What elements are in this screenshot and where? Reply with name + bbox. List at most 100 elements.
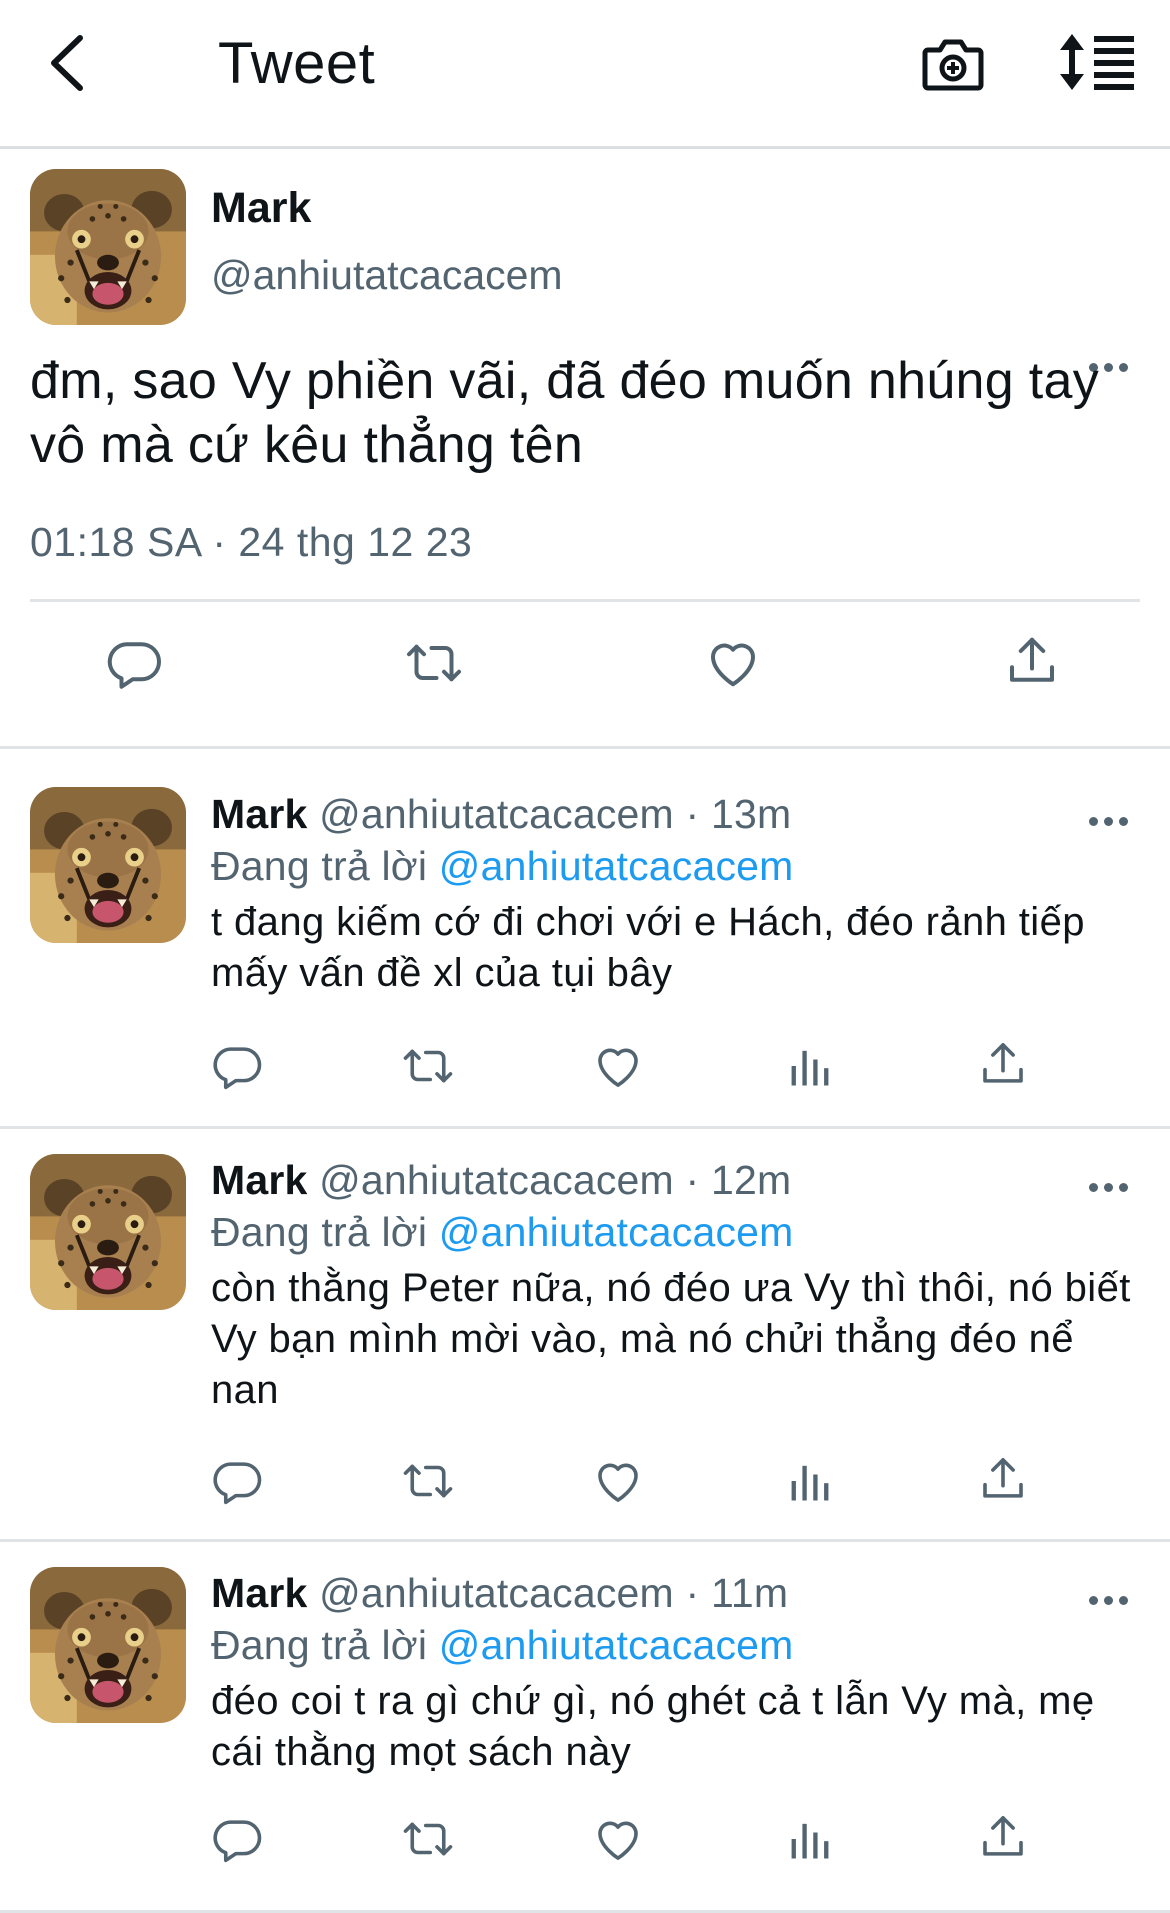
retweet-button[interactable] <box>400 1039 456 1093</box>
reply-time[interactable]: 11m <box>711 1570 788 1616</box>
reply-button[interactable] <box>210 1812 264 1866</box>
heart-icon <box>590 1812 646 1866</box>
retweet-icon <box>400 1039 456 1093</box>
share-button[interactable] <box>1002 631 1062 691</box>
mention-link[interactable]: @anhiutatcacacem <box>439 1209 794 1255</box>
reply-icon <box>210 1812 264 1866</box>
replying-to-line: Đang trả lời @anhiutatcacacem <box>211 1622 794 1669</box>
chevron-left-icon <box>51 35 83 91</box>
divider <box>30 599 1140 602</box>
bar-chart-icon <box>784 1454 836 1508</box>
cheetah-avatar-image <box>30 787 186 943</box>
bar-chart-icon <box>784 1812 836 1866</box>
reply-icon <box>104 633 164 693</box>
dot-icon <box>1104 1596 1113 1605</box>
more-options-button[interactable] <box>1089 1594 1129 1608</box>
dot-icon <box>1119 1183 1128 1192</box>
avatar[interactable] <box>30 1154 186 1310</box>
author-handle[interactable]: @anhiutatcacacem <box>319 791 674 837</box>
author-name[interactable]: Mark <box>211 184 311 233</box>
reply-button[interactable] <box>104 633 164 693</box>
author-handle[interactable]: @anhiutatcacacem <box>319 1570 674 1616</box>
reply-tweet[interactable]: Mark @anhiutatcacacem · 13m Đang trả lời… <box>0 749 1170 1129</box>
top-navigation-bar: Tweet <box>0 0 1170 149</box>
views-button[interactable] <box>784 1454 836 1508</box>
dot-icon <box>1104 1183 1113 1192</box>
like-button[interactable] <box>590 1039 646 1093</box>
share-icon <box>976 1037 1030 1091</box>
reply-header: Mark @anhiutatcacacem · 13m <box>211 791 791 838</box>
retweet-icon <box>402 633 466 693</box>
more-options-button[interactable] <box>1089 815 1129 829</box>
sort-list-icon <box>1060 34 1134 90</box>
reply-tweet[interactable]: Mark @anhiutatcacacem · 12m Đang trả lời… <box>0 1129 1170 1542</box>
share-icon <box>976 1810 1030 1864</box>
reply-header: Mark @anhiutatcacacem · 11m <box>211 1570 788 1617</box>
author-name[interactable]: Mark <box>211 1157 308 1203</box>
screenshot-button[interactable] <box>920 30 986 96</box>
author-handle[interactable]: @anhiutatcacacem <box>211 252 563 299</box>
reply-text: t đang kiếm cớ đi chơi với e Hách, đéo r… <box>211 900 1085 995</box>
back-button[interactable] <box>44 28 90 98</box>
like-button[interactable] <box>702 633 764 693</box>
views-button[interactable] <box>784 1812 836 1866</box>
reply-icon <box>210 1454 264 1508</box>
heart-icon <box>590 1454 646 1508</box>
mention-link[interactable]: @anhiutatcacacem <box>439 1622 794 1668</box>
bar-chart-icon <box>784 1039 836 1093</box>
tweet-timestamp[interactable]: 01:18 SA · 24 thg 12 23 <box>30 519 472 566</box>
views-button[interactable] <box>784 1039 836 1093</box>
cheetah-avatar-image <box>30 169 186 325</box>
dot-icon <box>1119 1596 1128 1605</box>
reply-time[interactable]: 12m <box>711 1157 791 1203</box>
dot-icon <box>1089 1596 1098 1605</box>
reply-button[interactable] <box>210 1039 264 1093</box>
share-button[interactable] <box>976 1452 1030 1506</box>
mention-link[interactable]: @anhiutatcacacem <box>439 843 794 889</box>
dot-icon <box>1089 817 1098 826</box>
more-options-button[interactable] <box>1089 1181 1129 1195</box>
retweet-button[interactable] <box>402 633 466 693</box>
main-tweet: Mark @anhiutatcacacem đm, sao Vy phiền v… <box>0 149 1170 749</box>
author-name[interactable]: Mark <box>211 1570 308 1616</box>
share-icon <box>1002 631 1062 691</box>
replying-label: Đang trả lời <box>211 843 428 889</box>
retweet-icon <box>400 1454 456 1508</box>
page-title: Tweet <box>218 31 376 96</box>
author-name[interactable]: Mark <box>211 791 308 837</box>
dot-icon <box>1104 817 1113 826</box>
share-button[interactable] <box>976 1810 1030 1864</box>
cheetah-avatar-image <box>30 1154 186 1310</box>
replying-to-line: Đang trả lời @anhiutatcacacem <box>211 1209 794 1256</box>
reply-header: Mark @anhiutatcacacem · 12m <box>211 1157 791 1204</box>
camera-plus-icon <box>922 39 984 91</box>
separator: · <box>685 791 700 837</box>
reply-button[interactable] <box>210 1454 264 1508</box>
retweet-button[interactable] <box>400 1454 456 1508</box>
avatar[interactable] <box>30 169 186 325</box>
author-handle[interactable]: @anhiutatcacacem <box>319 1157 674 1203</box>
dot-icon <box>1089 1183 1098 1192</box>
replying-to-line: Đang trả lời @anhiutatcacacem <box>211 843 794 890</box>
reply-tweet[interactable]: Mark @anhiutatcacacem · 11m Đang trả lời… <box>0 1542 1170 1913</box>
separator: · <box>685 1157 700 1203</box>
cheetah-avatar-image <box>30 1567 186 1723</box>
like-button[interactable] <box>590 1454 646 1508</box>
separator: · <box>685 1570 700 1616</box>
avatar[interactable] <box>30 1567 186 1723</box>
avatar[interactable] <box>30 787 186 943</box>
reply-text: đéo coi t ra gì chứ gì, nó ghét cả t lẫn… <box>211 1679 1095 1774</box>
retweet-icon <box>400 1812 456 1866</box>
share-icon <box>976 1452 1030 1506</box>
reply-icon <box>210 1039 264 1093</box>
reply-text: còn thằng Peter nữa, nó đéo ưa Vy thì th… <box>211 1266 1131 1412</box>
tweet-text: đm, sao Vy phiền vãi, đã đéo muốn nhúng … <box>30 352 1099 474</box>
retweet-button[interactable] <box>400 1812 456 1866</box>
dot-icon <box>1119 817 1128 826</box>
replying-label: Đang trả lời <box>211 1209 428 1255</box>
heart-icon <box>590 1039 646 1093</box>
like-button[interactable] <box>590 1812 646 1866</box>
reply-time[interactable]: 13m <box>711 791 791 837</box>
sort-replies-button[interactable] <box>1058 32 1138 92</box>
share-button[interactable] <box>976 1037 1030 1091</box>
